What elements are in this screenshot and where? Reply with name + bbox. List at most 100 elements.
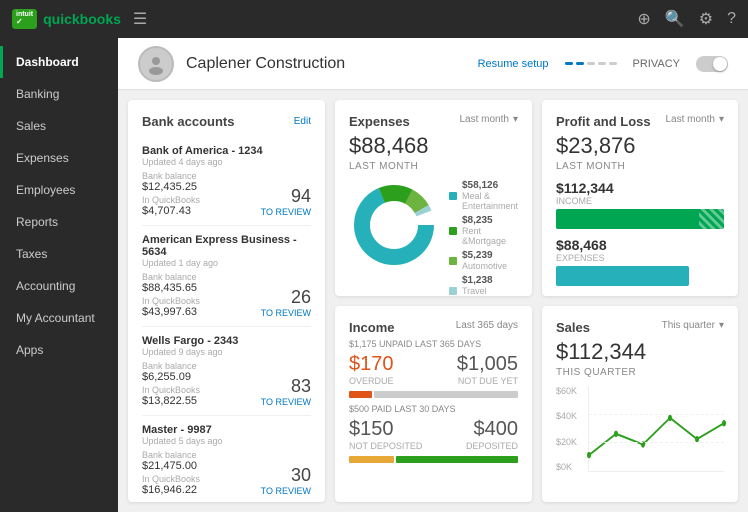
company-info: Caplener Construction (138, 46, 345, 82)
expenses-legend: $58,126 Meal & Entertainment $8,235 Rent… (449, 180, 518, 296)
pl-period[interactable]: Last month ▾ (665, 114, 724, 125)
help-icon[interactable]: ? (727, 10, 736, 28)
income-card: Income Last 365 days $1,175 UNPAID LAST … (335, 306, 532, 502)
pl-bar-expenses: $88,468 EXPENSES (556, 237, 724, 286)
income-notdue-amount: $1,005 (457, 353, 518, 376)
setup-dot-2 (576, 62, 584, 65)
bank-account-1: Bank of America - 1234 Updated 4 days ag… (142, 137, 311, 226)
legend-item-2: $5,239 Automotive (449, 250, 518, 271)
profit-loss-card: Profit and Loss Last month ▾ $23,876 LAS… (542, 100, 738, 296)
pl-amount: $23,876 (556, 133, 724, 159)
bank-account-4: Master - 9987 Updated 5 days ago Bank ba… (142, 416, 311, 502)
menu-icon[interactable]: ☰ (133, 9, 147, 29)
plus-icon[interactable]: ⊕ (637, 9, 650, 29)
bank-name-2: American Express Business - 5634 (142, 234, 311, 258)
expenses-title: Expenses (349, 114, 410, 129)
sidebar-item-banking[interactable]: Banking (0, 78, 118, 110)
expenses-header: Expenses Last month ▾ (349, 114, 518, 129)
bank-updated-3: Updated 9 days ago (142, 347, 311, 357)
income-notdeposited-amount: $150 (349, 418, 422, 441)
expenses-donut-chart (349, 180, 439, 270)
search-icon[interactable]: 🔍 (665, 9, 685, 29)
pl-sublabel: LAST MONTH (556, 161, 724, 172)
income-overdue-amount: $170 (349, 353, 394, 376)
dashboard-grid: Expenses Last month ▾ $88,468 LAST MONTH (118, 90, 748, 512)
sales-header: Sales This quarter ▾ (556, 320, 724, 335)
main-content: Caplener Construction Resume setup PRIVA… (118, 38, 748, 512)
pl-header: Profit and Loss Last month ▾ (556, 114, 724, 129)
legend-color-0 (449, 192, 457, 200)
income-title: Income (349, 320, 395, 335)
legend-item-3: $1,238 Travel Expenses (449, 275, 518, 296)
bank-account-3: Wells Fargo - 2343 Updated 9 days ago Ba… (142, 327, 311, 416)
resume-setup-link[interactable]: Resume setup (478, 58, 549, 70)
sales-card: Sales This quarter ▾ $112,344 THIS QUART… (542, 306, 738, 502)
sidebar-item-taxes[interactable]: Taxes (0, 238, 118, 270)
sidebar-item-employees[interactable]: Employees (0, 174, 118, 206)
sidebar-item-sales[interactable]: Sales (0, 110, 118, 142)
expenses-chart-area: $58,126 Meal & Entertainment $8,235 Rent… (349, 180, 518, 296)
sidebar-item-my-accountant[interactable]: My Accountant (0, 302, 118, 334)
bank-name-4: Master - 9987 (142, 424, 311, 436)
expenses-period[interactable]: Last month ▾ (459, 114, 518, 125)
bank-balances-2: Bank balance $88,435.65 In QuickBooks $4… (142, 272, 311, 318)
setup-progress (565, 62, 617, 65)
company-avatar (138, 46, 174, 82)
income-bar-paid (349, 456, 518, 463)
setup-dot-1 (565, 62, 573, 65)
bank-accounts-title: Bank accounts (142, 114, 234, 129)
sidebar-item-dashboard[interactable]: Dashboard (0, 46, 118, 78)
expenses-sublabel: LAST MONTH (349, 161, 518, 172)
sidebar-item-accounting[interactable]: Accounting (0, 270, 118, 302)
income-bar-unpaid (349, 391, 518, 398)
income-deposited-label: DEPOSITED (466, 441, 518, 451)
gear-icon[interactable]: ⚙ (699, 9, 713, 29)
income-notdue-label: NOT DUE YET (457, 376, 518, 386)
main-layout: Dashboard Banking Sales Expenses Employe… (0, 38, 748, 512)
legend-item-0: $58,126 Meal & Entertainment (449, 180, 518, 211)
bank-edit-link[interactable]: Edit (294, 116, 311, 127)
bank-updated-4: Updated 5 days ago (142, 436, 311, 446)
company-name: Caplener Construction (186, 55, 345, 73)
income-period[interactable]: Last 365 days (456, 320, 518, 331)
logo-badge: intuit ✓ (12, 9, 37, 29)
top-navigation: intuit ✓ quickbooks ☰ ⊕ 🔍 ⚙ ? (0, 0, 748, 38)
sales-sublabel: THIS QUARTER (556, 367, 724, 378)
nav-right: ⊕ 🔍 ⚙ ? (637, 9, 736, 29)
bank-accounts-header: Bank accounts Edit (142, 114, 311, 129)
sidebar-item-apps[interactable]: Apps (0, 334, 118, 366)
sidebar-item-expenses[interactable]: Expenses (0, 142, 118, 174)
income-unpaid-label: $1,175 UNPAID LAST 365 DAYS (349, 339, 518, 349)
sidebar: Dashboard Banking Sales Expenses Employe… (0, 38, 118, 512)
header-right: Resume setup PRIVACY (478, 56, 728, 72)
expenses-card: Expenses Last month ▾ $88,468 LAST MONTH (335, 100, 532, 296)
bank-balances-1: Bank balance $12,435.25 In QuickBooks $4… (142, 171, 311, 217)
sales-line-svg (589, 386, 724, 471)
expenses-amount: $88,468 (349, 133, 518, 159)
income-paid-label: $500 PAID LAST 30 DAYS (349, 404, 518, 414)
legend-color-3 (449, 287, 457, 295)
income-deposited-amount: $400 (466, 418, 518, 441)
setup-dot-5 (609, 62, 617, 65)
pl-bar-income: $112,344 INCOME (556, 180, 724, 229)
privacy-toggle[interactable] (696, 56, 728, 72)
nav-left: intuit ✓ quickbooks ☰ (12, 9, 147, 29)
bank-balances-3: Bank balance $6,255.09 In QuickBooks $13… (142, 361, 311, 407)
chevron-down-icon: ▾ (513, 114, 518, 125)
sales-period[interactable]: This quarter ▾ (662, 320, 724, 331)
income-overdue-label: OVERDUE (349, 376, 394, 386)
chevron-down-icon: ▾ (719, 114, 724, 125)
bank-updated-1: Updated 4 days ago (142, 157, 311, 167)
legend-color-1 (449, 227, 457, 235)
setup-dot-4 (598, 62, 606, 65)
income-notdeposited-label: NOT DEPOSITED (349, 441, 422, 451)
header-bar: Caplener Construction Resume setup PRIVA… (118, 38, 748, 90)
pl-bar-chart: $112,344 INCOME $88,468 EXPENSES (556, 180, 724, 286)
sales-title: Sales (556, 320, 590, 335)
bank-name-3: Wells Fargo - 2343 (142, 335, 311, 347)
sidebar-item-reports[interactable]: Reports (0, 206, 118, 238)
sales-amount: $112,344 (556, 339, 724, 365)
legend-color-2 (449, 257, 457, 265)
privacy-label: PRIVACY (633, 58, 680, 70)
bank-balances-4: Bank balance $21,475.00 In QuickBooks $1… (142, 450, 311, 496)
